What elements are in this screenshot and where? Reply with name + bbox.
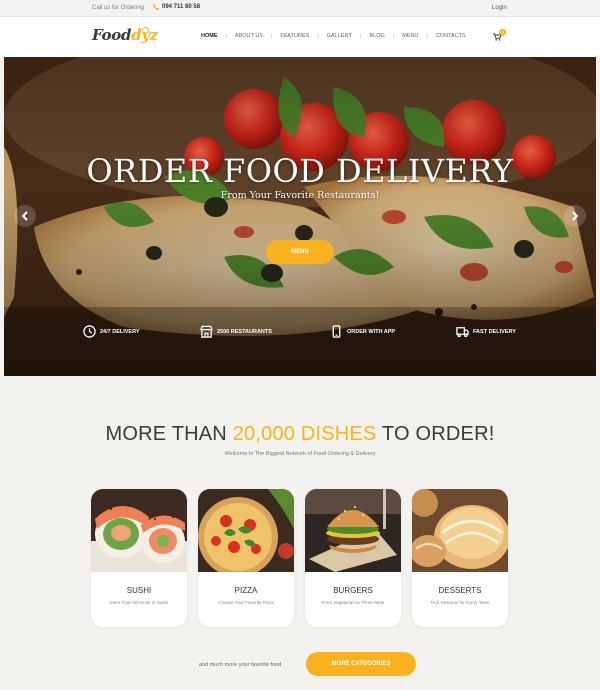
logo-badge-icon [142,27,149,34]
category-subtitle: Choose Your Favorite Pizza [218,600,274,605]
feature-label: 24/7 DELIVERY [100,328,140,335]
category-card-burgers[interactable]: BURGERS From Vegetarian to Three-Meat [305,489,401,627]
slider-prev-button[interactable] [14,205,36,227]
bottom-note: and much more your favorite food [199,662,282,668]
header: Fooddyz HOME | ABOUT US | FEATURES | GALLER… [0,17,600,57]
feature-restaurants: 2500 RESTAURANTS [200,325,272,338]
dessert-image [412,489,508,572]
nav-separator: | [225,33,227,39]
call-label: Call us for Ordering [92,5,145,11]
truck-icon [456,327,469,338]
nav-separator: | [360,33,362,39]
phone-contact[interactable]: 094 711 80 58 [153,4,200,10]
category-title: PIZZA [234,586,258,595]
nav-separator: | [317,33,319,39]
nav-home[interactable]: HOME [201,33,218,39]
more-categories-button[interactable]: MORE CATEGORIES [306,652,416,676]
feature-label: FAST DELIVERY [473,328,516,335]
burger-image [305,489,401,572]
category-card-sushi[interactable]: SUSHI More Than 50 Kinds of Sushi [91,489,187,627]
store-icon [200,325,213,338]
category-card-pizza[interactable]: PIZZA Choose Your Favorite Pizza [198,489,294,627]
pizza-image [198,489,294,572]
category-cards: SUSHI More Than 50 Kinds of Sushi PIZZA … [91,489,511,629]
nav-menu[interactable]: MENU [402,33,418,39]
main-nav: HOME | ABOUT US | FEATURES | GALLERY | BLOG |… [201,33,466,39]
nav-contacts[interactable]: CONTACTS [436,33,466,39]
category-title: BURGERS [333,586,373,595]
chevron-left-icon [21,211,28,221]
category-subtitle: From Vegetarian to Three-Meat [321,600,385,605]
category-subtitle: Find Desserts for Every Taste [430,600,490,605]
section-title-post: TO ORDER! [376,423,495,445]
category-subtitle: More Than 50 Kinds of Sushi [110,600,168,605]
nav-separator: | [426,33,428,39]
top-bar: Call us for Ordering 094 711 80 58 Login [0,0,600,17]
nav-separator: | [270,33,273,39]
hero-banner: ORDER FOOD DELIVERY From Your Favorite R… [4,57,596,376]
nav-about-us[interactable]: ABOUT US [235,33,263,39]
nav-separator: | [392,33,395,39]
phone-icon [332,325,341,338]
hero-features: 24/7 DELIVERY 2500 RESTAURANTS ORDER WIT… [4,325,596,345]
phone-icon [153,4,159,10]
nav-gallery[interactable]: GALLERY [327,33,352,39]
feature-label: ORDER WITH APP [347,328,396,335]
feature-app: ORDER WITH APP [330,325,395,338]
feature-delivery: 24/7 DELIVERY [83,325,140,338]
feature-label: 2500 RESTAURANTS [217,328,272,335]
feature-fast-delivery: FAST DELIVERY [456,325,516,338]
logo-main: Food [92,26,132,44]
chevron-right-icon [572,211,579,221]
hero-subtitle: From Your Favorite Restaurants! [220,190,380,201]
cart-count-badge: 0 [499,29,506,36]
phone-number: 094 711 80 58 [162,4,201,10]
category-title: DESSERTS [438,586,482,595]
sushi-image [91,489,187,572]
nav-blog[interactable]: BLOG [369,33,384,39]
category-card-desserts[interactable]: DESSERTS Find Desserts for Every Taste [412,489,508,627]
login-link[interactable]: Login [492,5,507,11]
cart-button[interactable]: 0 [493,29,506,41]
section-title-accent: 20,000 DISHES [232,423,377,445]
section-title-pre: MORE THAN [105,423,233,445]
menu-button[interactable]: MENU [266,240,334,264]
clock-icon [83,325,96,338]
section-title: MORE THAN 20,000 DISHES TO ORDER! [0,423,600,446]
category-title: SUSHI [126,586,152,595]
section-subtitle: Welcome to The Biggest Network of Food O… [224,451,376,457]
slider-next-button[interactable] [564,205,586,227]
hero-title: ORDER FOOD DELIVERY [86,152,514,190]
nav-features[interactable]: FEATURES [280,33,309,39]
